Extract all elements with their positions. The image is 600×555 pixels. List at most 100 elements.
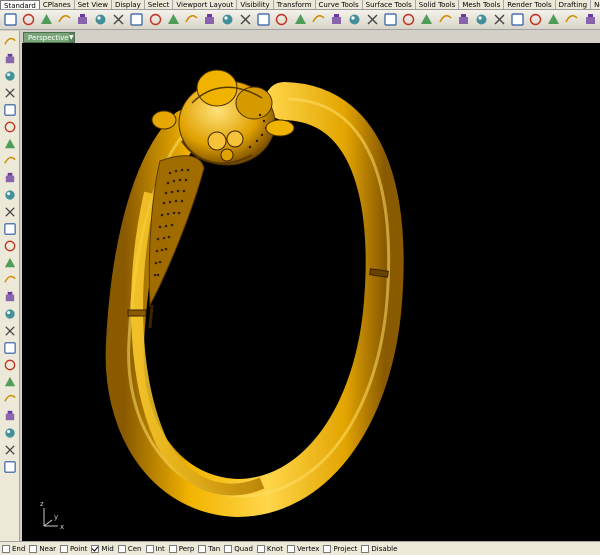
cut-icon[interactable]	[93, 11, 109, 28]
toolbar-options-icon[interactable]	[528, 11, 544, 28]
transform-move-icon[interactable]	[2, 408, 18, 424]
render-icon[interactable]	[455, 11, 471, 28]
ellipse-icon[interactable]	[2, 119, 18, 135]
grid-snap-icon[interactable]	[510, 11, 526, 28]
tab-cplanes[interactable]: CPlanes	[40, 0, 75, 9]
circle-icon[interactable]	[2, 102, 18, 118]
tab-mesh-tools[interactable]: Mesh Tools	[459, 0, 505, 9]
print-icon[interactable]	[56, 11, 72, 28]
zoom-selected-icon[interactable]	[256, 11, 272, 28]
four-viewports-icon[interactable]	[292, 11, 308, 28]
zoom-window-icon[interactable]	[220, 11, 236, 28]
analyze-icon[interactable]	[2, 442, 18, 458]
open-folder-icon[interactable]	[20, 11, 36, 28]
osnap-vertex[interactable]: Vertex	[286, 544, 319, 553]
cylinder-tool-icon[interactable]	[2, 289, 18, 305]
solid-box-icon[interactable]	[2, 255, 18, 271]
extrude-icon[interactable]	[2, 306, 18, 322]
tab-drafting[interactable]: Drafting	[556, 0, 592, 9]
trim-icon[interactable]	[2, 221, 18, 237]
osnap-checkbox[interactable]	[117, 544, 126, 553]
viewport-title-tab[interactable]: Perspective ▼	[23, 32, 75, 43]
point-tool-icon[interactable]	[2, 51, 18, 67]
surface-icon[interactable]	[2, 238, 18, 254]
osnap-checkbox[interactable]	[168, 544, 177, 553]
import-icon[interactable]	[75, 11, 91, 28]
tab-curve-tools[interactable]: Curve Tools	[316, 0, 363, 9]
viewport-title[interactable]: Perspective	[24, 34, 69, 42]
osnap-mid[interactable]: Mid	[91, 544, 114, 553]
zoom-dynamic-icon[interactable]	[201, 11, 217, 28]
osnap-checkbox[interactable]	[29, 544, 38, 553]
osnap-perp[interactable]: Perp	[168, 544, 194, 553]
polyline-icon[interactable]	[2, 68, 18, 84]
osnap-checkbox[interactable]	[91, 544, 100, 553]
freeform-icon[interactable]	[2, 187, 18, 203]
osnap-checkbox[interactable]	[286, 544, 295, 553]
osnap-end[interactable]: End	[2, 544, 25, 553]
sphere-render-icon[interactable]	[473, 11, 489, 28]
undo-icon[interactable]	[147, 11, 163, 28]
osnap-disable[interactable]: Disable	[361, 544, 397, 553]
osnap-int[interactable]: Int	[145, 544, 165, 553]
tab-set-view[interactable]: Set View	[75, 0, 112, 9]
osnap-checkbox[interactable]	[145, 544, 154, 553]
boolean-icon[interactable]	[2, 340, 18, 356]
text-tool-icon[interactable]	[2, 391, 18, 407]
select-arrow-icon[interactable]	[2, 34, 18, 50]
osnap-point[interactable]: Point	[60, 544, 87, 553]
osnap-checkbox[interactable]	[323, 544, 332, 553]
tab-visibility[interactable]: Visibility	[237, 0, 274, 9]
arc-icon[interactable]	[2, 136, 18, 152]
render-tool-icon[interactable]	[2, 459, 18, 475]
undo-view-icon[interactable]	[274, 11, 290, 28]
osnap-checkbox[interactable]	[361, 544, 370, 553]
help-icon[interactable]	[582, 11, 598, 28]
sphere-tool-icon[interactable]	[2, 272, 18, 288]
osnap-checkbox[interactable]	[60, 544, 69, 553]
osnap-checkbox[interactable]	[198, 544, 207, 553]
array-icon[interactable]	[2, 425, 18, 441]
tab-solid-tools[interactable]: Solid Tools	[416, 0, 460, 9]
loft-icon[interactable]	[2, 323, 18, 339]
dimension-icon[interactable]	[2, 374, 18, 390]
rectangle-icon[interactable]	[2, 153, 18, 169]
rotate-view-icon[interactable]	[183, 11, 199, 28]
new-file-icon[interactable]	[2, 11, 18, 28]
ring-model[interactable]	[105, 69, 404, 518]
osnap-knot[interactable]: Knot	[256, 544, 283, 553]
shaded-icon[interactable]	[383, 11, 399, 28]
tab-render-tools[interactable]: Render Tools	[504, 0, 556, 9]
polygon-icon[interactable]	[2, 170, 18, 186]
properties-icon[interactable]	[419, 11, 435, 28]
tab-standard[interactable]: Standard	[0, 0, 40, 9]
osnap-checkbox[interactable]	[256, 544, 265, 553]
cplane-icon[interactable]	[310, 11, 326, 28]
bulb-icon[interactable]	[401, 11, 417, 28]
fillet-icon[interactable]	[2, 204, 18, 220]
osnap-checkbox[interactable]	[2, 544, 10, 553]
material-icon[interactable]	[491, 11, 507, 28]
osnap-cen[interactable]: Cen	[117, 544, 142, 553]
mesh-tool-icon[interactable]	[2, 357, 18, 373]
curve-icon[interactable]	[2, 85, 18, 101]
tab-select[interactable]: Select	[145, 0, 174, 9]
zoom-extents-icon[interactable]	[238, 11, 254, 28]
point-icon[interactable]	[346, 11, 362, 28]
named-view-icon[interactable]	[328, 11, 344, 28]
osnap-tan[interactable]: Tan	[198, 544, 220, 553]
osnap-near[interactable]: Near	[29, 544, 56, 553]
osnap-icon[interactable]	[546, 11, 562, 28]
paste-icon[interactable]	[129, 11, 145, 28]
pan-hand-icon[interactable]	[165, 11, 181, 28]
tab-surface-tools[interactable]: Surface Tools	[363, 0, 416, 9]
tab-viewport-layout[interactable]: Viewport Layout	[173, 0, 238, 9]
viewport-menu-arrow-icon[interactable]: ▼	[68, 33, 74, 42]
osnap-project[interactable]: Project	[323, 544, 357, 553]
osnap-quad[interactable]: Quad	[224, 544, 253, 553]
color-wheel-icon[interactable]	[437, 11, 453, 28]
layer-icon[interactable]	[564, 11, 580, 28]
tab-transform[interactable]: Transform	[274, 0, 316, 9]
wireframe-icon[interactable]	[365, 11, 381, 28]
tab-new-in-v5[interactable]: New in V5	[591, 0, 600, 9]
